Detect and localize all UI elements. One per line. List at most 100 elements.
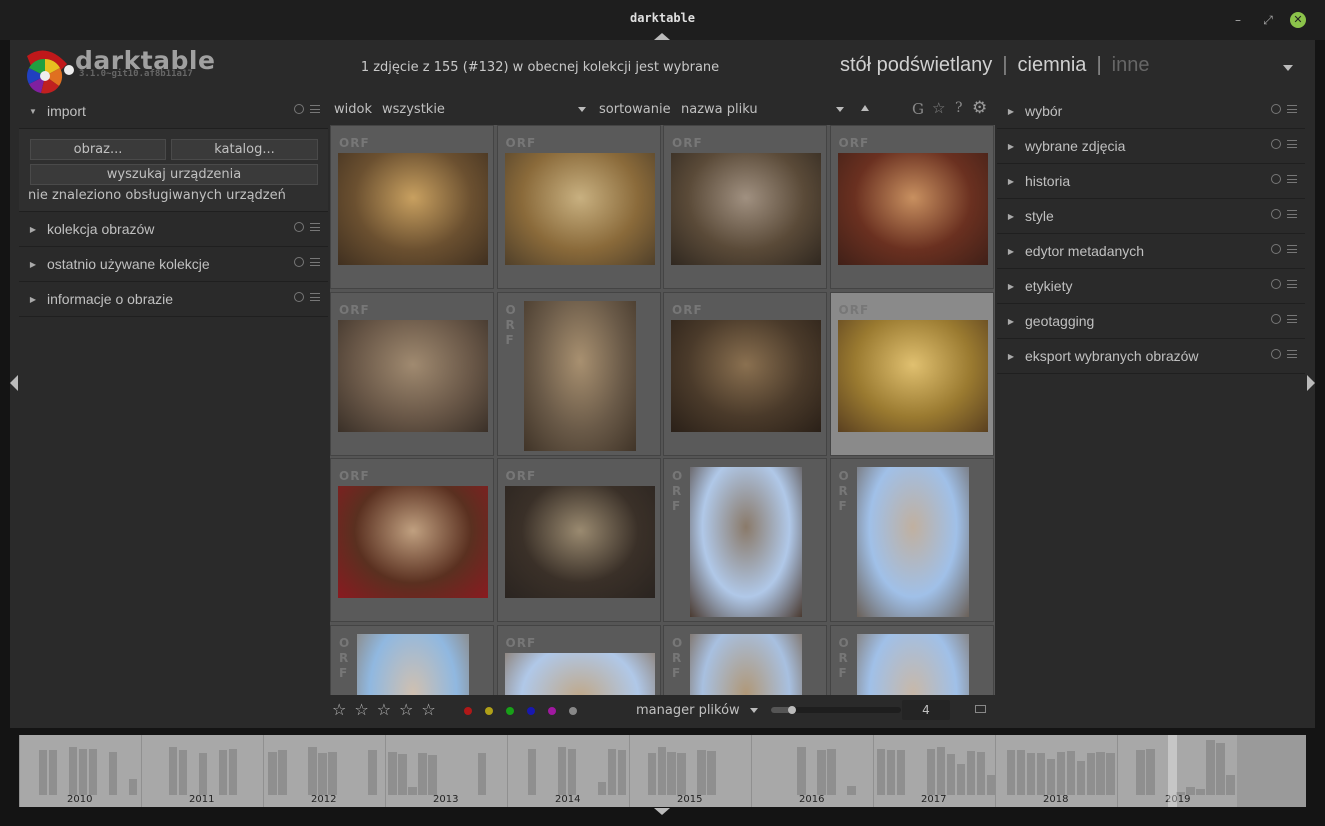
view-filter-select[interactable]: wszystkie (382, 102, 445, 117)
module-right-2[interactable]: ▶ historia (997, 164, 1305, 199)
maximize-icon[interactable]: ⤢ (1260, 12, 1276, 28)
module-right-4[interactable]: ▶ edytor metadanych (997, 234, 1305, 269)
module-right-0[interactable]: ▶ wybór (997, 94, 1305, 129)
presets-icon[interactable] (310, 292, 320, 302)
timeline-year-divider (995, 735, 996, 807)
module-import[interactable]: ▼ import (19, 94, 328, 129)
sort-select[interactable]: nazwa pliku (681, 102, 758, 117)
module-right-6[interactable]: ▶ geotagging (997, 304, 1305, 339)
presets-icon[interactable] (310, 257, 320, 267)
minimize-icon[interactable]: – (1230, 12, 1246, 28)
star-filter-3-icon[interactable]: ☆ (377, 700, 391, 719)
module-right-3[interactable]: ▶ style (997, 199, 1305, 234)
thumbnail-cell[interactable]: ORF (330, 291, 494, 456)
timeline[interactable]: 2010 2011 2012 2013 2014 2015 2016 2017 2018 2019 (19, 735, 1306, 807)
reset-icon[interactable] (1271, 314, 1281, 324)
presets-icon[interactable] (1287, 244, 1297, 254)
star-filter-4-icon[interactable]: ☆ (399, 700, 413, 719)
reset-icon[interactable] (1271, 209, 1281, 219)
reset-icon[interactable] (1271, 174, 1281, 184)
thumbnail-cell[interactable]: ORF (663, 291, 827, 456)
star-filter-2-icon[interactable]: ☆ (354, 700, 368, 719)
presets-icon[interactable] (310, 222, 320, 232)
layout-dropdown-icon[interactable] (750, 708, 758, 713)
thumbnail-cell[interactable]: ORF (663, 624, 827, 695)
thumbnail-cell[interactable]: ORF (829, 624, 994, 695)
display-profile-icon[interactable] (975, 705, 986, 713)
thumbnail-cell[interactable]: ORF (496, 125, 661, 289)
reset-icon[interactable] (294, 257, 304, 267)
help-icon[interactable]: ? (955, 100, 963, 116)
thumbnail-cell[interactable]: ORF (330, 624, 494, 695)
presets-icon[interactable] (1287, 174, 1297, 184)
color-label-filter-icon[interactable] (485, 707, 493, 715)
thumbnail-cell[interactable]: ORF (829, 291, 994, 456)
presets-icon[interactable] (1287, 349, 1297, 359)
module-label: ostatnio używane kolekcje (47, 256, 210, 272)
color-label-filter-icon[interactable] (464, 707, 472, 715)
presets-icon[interactable] (1287, 209, 1297, 219)
view-lighttable[interactable]: stół podświetlany (840, 54, 992, 76)
thumbnail-cell[interactable]: ORF (663, 125, 827, 289)
sort-order-icon[interactable] (861, 105, 869, 111)
scan-devices-button[interactable]: wyszukaj urządzenia (30, 164, 318, 185)
module-image-info[interactable]: ▶ informacje o obrazie (19, 282, 328, 317)
layout-select[interactable]: manager plików (636, 703, 740, 718)
grouping-icon[interactable]: G (912, 100, 924, 118)
module-right-5[interactable]: ▶ etykiety (997, 269, 1305, 304)
raw-format-badge: ORF (339, 635, 351, 680)
view-other[interactable]: inne (1112, 54, 1150, 76)
preferences-gear-icon[interactable]: ⚙ (972, 98, 987, 118)
thumbnail-grid[interactable]: ORF ORF ORF ORF ORF ORF ORF ORF ORF ORF ORF ORF ORF O… (330, 125, 995, 695)
thumbnail-cell[interactable]: ORF (496, 458, 661, 622)
presets-icon[interactable] (1287, 314, 1297, 324)
zoom-slider-handle[interactable] (788, 706, 796, 714)
import-image-button[interactable]: obraz... (30, 139, 166, 160)
reset-icon[interactable] (1271, 349, 1281, 359)
close-icon[interactable]: ✕ (1290, 12, 1306, 28)
zoom-entry[interactable]: 4 (902, 700, 950, 720)
color-label-filter-icon[interactable] (548, 707, 556, 715)
module-recent-collections[interactable]: ▶ ostatnio używane kolekcje (19, 247, 328, 282)
presets-icon[interactable] (1287, 139, 1297, 149)
thumbnail-cell[interactable]: ORF (330, 125, 494, 289)
overlays-star-icon[interactable]: ☆ (932, 99, 945, 117)
reset-icon[interactable] (294, 222, 304, 232)
color-label-filter-icon[interactable] (527, 707, 535, 715)
timeline-bar (1006, 749, 1016, 795)
reset-icon[interactable] (1271, 139, 1281, 149)
presets-icon[interactable] (1287, 279, 1297, 289)
zoom-slider[interactable] (771, 706, 901, 714)
collapse-right-panel-icon[interactable] (1307, 375, 1315, 391)
timeline-selection[interactable] (1168, 735, 1177, 807)
thumbnail-cell[interactable]: ORF (663, 458, 827, 622)
star-filter-1-icon[interactable]: ☆ (332, 700, 346, 719)
thumbnail-cell[interactable]: ORF (496, 624, 661, 695)
view-filter-dropdown-icon[interactable] (578, 107, 586, 112)
presets-icon[interactable] (1287, 104, 1297, 114)
reset-icon[interactable] (1271, 244, 1281, 254)
collapse-left-panel-icon[interactable] (10, 375, 18, 391)
reset-icon[interactable] (1271, 279, 1281, 289)
timeline-year-divider (19, 735, 20, 807)
sort-dropdown-icon[interactable] (836, 107, 844, 112)
star-filter-5-icon[interactable]: ☆ (421, 700, 435, 719)
color-label-filter-icon[interactable] (506, 707, 514, 715)
module-right-1[interactable]: ▶ wybrane zdjęcia (997, 129, 1305, 164)
reset-icon[interactable] (294, 292, 304, 302)
color-label-filter-icon[interactable] (569, 707, 577, 715)
collapse-top-panel-icon[interactable] (654, 33, 670, 40)
module-collect[interactable]: ▶ kolekcja obrazów (19, 212, 328, 247)
thumbnail-cell[interactable]: ORF (330, 458, 494, 622)
thumbnail-cell[interactable]: ORF (829, 125, 994, 289)
presets-icon[interactable] (310, 104, 320, 114)
module-right-7[interactable]: ▶ eksport wybranych obrazów (997, 339, 1305, 374)
thumbnail-cell[interactable]: ORF (496, 291, 661, 456)
reset-icon[interactable] (1271, 104, 1281, 114)
thumbnail-cell[interactable]: ORF (829, 458, 994, 622)
view-darkroom[interactable]: ciemnia (1018, 54, 1087, 76)
reset-icon[interactable] (294, 104, 304, 114)
collapse-bottom-panel-icon[interactable] (654, 808, 670, 815)
import-folder-button[interactable]: katalog... (171, 139, 318, 160)
views-dropdown-icon[interactable] (1283, 65, 1293, 71)
